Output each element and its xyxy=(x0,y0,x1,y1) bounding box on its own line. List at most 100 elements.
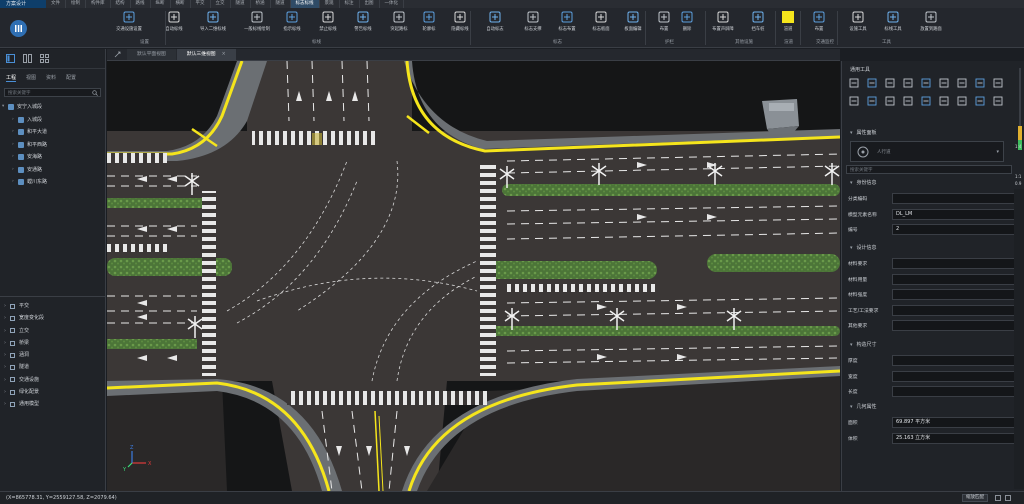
align-icon[interactable] xyxy=(953,74,971,92)
trim-icon[interactable] xyxy=(881,92,899,110)
left-panel-tab[interactable]: 工程 xyxy=(6,74,17,82)
section-title-size[interactable]: 构造尺寸 xyxy=(850,341,877,348)
fullscreen-icon[interactable] xyxy=(995,495,1001,501)
ribbon-button[interactable]: 标志布置 xyxy=(552,9,582,39)
property-value-input[interactable] xyxy=(892,273,1015,285)
top-tab[interactable]: 构件库 xyxy=(86,0,111,8)
ribbon-button[interactable]: 放置到路面 xyxy=(916,9,946,39)
snap-icon[interactable] xyxy=(989,74,1007,92)
top-tab[interactable]: 桥涵 xyxy=(251,0,271,8)
top-tab[interactable]: 景观 xyxy=(320,0,340,8)
top-tab[interactable]: 标志标线 xyxy=(290,0,320,8)
category-item[interactable]: › 隧道 xyxy=(0,361,106,373)
ribbon-button[interactable]: 导入二维标线 xyxy=(198,9,228,39)
app-title[interactable]: 方案设计 xyxy=(0,0,46,8)
panel-columns-icon[interactable] xyxy=(23,54,32,63)
top-tab[interactable]: 标注 xyxy=(340,0,360,8)
top-tab[interactable]: 横断 xyxy=(171,0,191,8)
property-value-input[interactable] xyxy=(892,355,1015,366)
property-value-input[interactable] xyxy=(892,258,1015,269)
ribbon-button[interactable]: 挡车桩 xyxy=(743,9,773,39)
scale-icon[interactable] xyxy=(917,74,935,92)
ribbon-button[interactable]: 设施工具 xyxy=(843,9,873,39)
ribbon-button[interactable]: 标志板面 xyxy=(586,9,616,39)
viewport-menu-icon[interactable] xyxy=(107,49,127,60)
mirror-icon[interactable] xyxy=(935,74,953,92)
top-tab[interactable]: 纵断 xyxy=(151,0,171,8)
left-panel-tab[interactable]: 资料 xyxy=(46,74,56,82)
zoom-fit-button[interactable]: 缩放匹配 xyxy=(962,494,988,502)
app-menu-button[interactable] xyxy=(10,20,27,37)
top-tab[interactable]: 隧道 xyxy=(271,0,291,8)
ribbon-button[interactable]: 禁止标线 xyxy=(313,9,343,39)
top-tab[interactable]: 绘制 xyxy=(66,0,86,8)
top-tab[interactable]: 结构 xyxy=(111,0,131,8)
left-search-input[interactable]: 搜索关键字 xyxy=(4,88,101,97)
category-item[interactable]: › 通用模型 xyxy=(0,398,106,410)
measure-icon[interactable] xyxy=(845,92,863,110)
category-item[interactable]: › 绿化配景 xyxy=(0,386,106,398)
top-tab[interactable]: 一体化 xyxy=(380,0,404,8)
tree-root[interactable]: ▾ 安宁入城段 xyxy=(0,101,105,114)
property-value-input[interactable] xyxy=(892,193,1015,204)
tree-item[interactable]: › 和平大道 xyxy=(0,126,105,139)
property-value-input[interactable] xyxy=(892,386,1015,397)
property-value-input[interactable]: 25.163 立方米 xyxy=(892,432,1015,444)
join-icon[interactable] xyxy=(971,92,989,110)
property-value-input[interactable] xyxy=(892,320,1015,331)
ribbon-button[interactable]: 删除 xyxy=(672,9,702,39)
category-item[interactable]: › 涵洞 xyxy=(0,349,106,361)
top-tab[interactable]: 隧道 xyxy=(231,0,251,8)
category-item[interactable]: › 交通设施 xyxy=(0,374,106,386)
settings-icon[interactable] xyxy=(1005,495,1011,501)
category-item[interactable]: › 宽度变化段 xyxy=(0,312,106,324)
top-tab[interactable]: 路线 xyxy=(131,0,151,8)
ribbon-button[interactable]: 布置 xyxy=(804,9,834,39)
ribbon-button[interactable]: 警告标线 xyxy=(348,9,378,39)
top-tab[interactable]: 平交 xyxy=(191,0,211,8)
extend-icon[interactable] xyxy=(899,92,917,110)
tree-item[interactable]: › 安通路 xyxy=(0,164,105,177)
array-icon[interactable] xyxy=(971,74,989,92)
viewport-tab[interactable]: 默认三维视图 × xyxy=(176,49,236,60)
ribbon-button[interactable]: 轮廓标 xyxy=(414,9,444,39)
category-item[interactable]: › 桥梁 xyxy=(0,337,106,349)
ribbon-button[interactable]: 交通设施设置 xyxy=(114,9,144,39)
property-value-input[interactable] xyxy=(892,289,1015,300)
tree-item[interactable]: › 安海路 xyxy=(0,151,105,164)
property-value-input[interactable] xyxy=(892,370,1015,382)
viewport-tab[interactable]: 默认平面视图 xyxy=(127,49,176,60)
trash-icon[interactable] xyxy=(845,74,863,92)
panel-grid-icon[interactable] xyxy=(40,54,49,63)
copy-icon[interactable] xyxy=(881,74,899,92)
property-value-input[interactable]: 2 xyxy=(892,224,1015,235)
category-item[interactable]: › 立交 xyxy=(0,325,106,337)
ribbon-button[interactable]: 布置声屏障 xyxy=(708,9,738,39)
property-value-input[interactable]: 69.897 平方米 xyxy=(892,417,1015,428)
ribbon-button[interactable]: 自动标线 xyxy=(159,9,189,39)
chamfer-icon[interactable] xyxy=(935,92,953,110)
tree-item[interactable]: › 入城段 xyxy=(0,114,105,127)
ribbon-button[interactable]: 渲道 xyxy=(773,9,803,39)
close-icon[interactable]: × xyxy=(222,52,226,57)
ribbon-button[interactable]: 标志支撑 xyxy=(518,9,548,39)
section-title-design[interactable]: 设计信息 xyxy=(850,244,877,251)
left-panel-tab[interactable]: 视图 xyxy=(26,74,36,82)
section-title-identity[interactable]: 身份信息 xyxy=(850,179,877,186)
move-icon[interactable] xyxy=(863,74,881,92)
section-title-geometry[interactable]: 几何属性 xyxy=(850,403,877,410)
top-tab[interactable]: 立交 xyxy=(211,0,231,8)
ribbon-button[interactable]: 指示标线 xyxy=(277,9,307,39)
tree-item[interactable]: › 螳川东路 xyxy=(0,176,105,189)
properties-search-input[interactable]: 搜索关键字 xyxy=(846,165,1012,174)
ribbon-button[interactable]: 一般标线绘制 xyxy=(242,9,272,39)
ribbon-button[interactable]: 板面编辑 xyxy=(618,9,648,39)
fillet-icon[interactable] xyxy=(917,92,935,110)
panel-layout-icon[interactable] xyxy=(6,54,15,63)
category-item[interactable]: › 平交 xyxy=(0,300,106,312)
ribbon-button[interactable]: 自动标志 xyxy=(480,9,510,39)
ribbon-button[interactable]: 突起路标 xyxy=(384,9,414,39)
3d-viewport[interactable]: X Z Y xyxy=(107,61,840,491)
object-type-dropdown[interactable]: 人行道 ▾ xyxy=(850,141,1004,162)
properties-scrollbar[interactable] xyxy=(1014,189,1024,489)
